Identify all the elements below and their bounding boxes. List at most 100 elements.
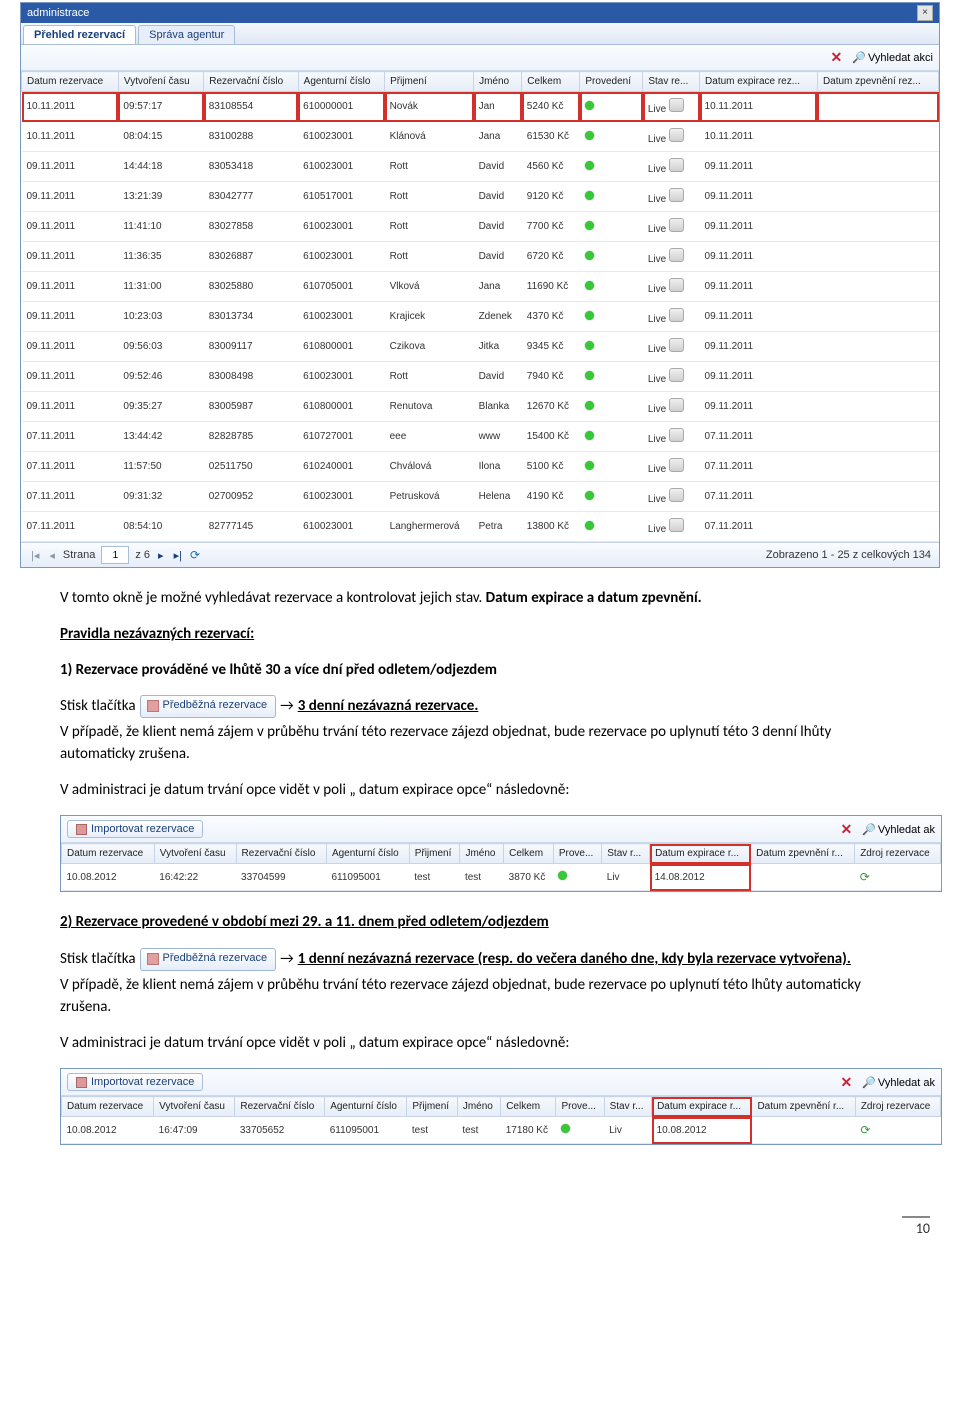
titlebar: administrace × xyxy=(21,3,939,23)
col-header[interactable]: Agenturní číslo xyxy=(298,72,384,92)
binoculars-icon: 🔎 xyxy=(862,823,876,836)
col-header[interactable]: Celkem xyxy=(504,844,554,864)
table-row[interactable]: 09.11.201111:36:3583026887610023001RottD… xyxy=(22,242,939,272)
col-header[interactable]: Datum zpevnění rez... xyxy=(817,72,938,92)
table-row[interactable]: 09.11.201111:41:1083027858610023001RottD… xyxy=(22,212,939,242)
table-row[interactable]: 09.11.201114:44:1883053418610023001RottD… xyxy=(22,152,939,182)
prev-page-icon[interactable]: ◂ xyxy=(47,549,57,562)
binoculars-icon: 🔎 xyxy=(852,51,866,64)
col-header[interactable]: Celkem xyxy=(522,72,580,92)
page-input[interactable] xyxy=(101,546,129,564)
page-number: 10 xyxy=(902,1216,930,1237)
admin-window-2: Importovat rezervace ✕ 🔎Vyhledat ak Datu… xyxy=(60,815,942,892)
toolbar: Importovat rezervace ✕ 🔎Vyhledat ak xyxy=(61,1069,941,1096)
pager-summary: Zobrazeno 1 - 25 z celkových 134 xyxy=(766,549,931,561)
predbezna-icon xyxy=(147,700,159,712)
col-header[interactable]: Prove... xyxy=(553,844,601,864)
table-row[interactable]: 07.11.201113:44:4282828785610727001eeeww… xyxy=(22,422,939,452)
col-header[interactable]: Přijmení xyxy=(407,1097,457,1117)
col-header[interactable]: Prove... xyxy=(556,1097,604,1117)
page-label: Strana xyxy=(63,549,95,561)
p7: V případě, že klient nemá zájem v průběh… xyxy=(60,975,900,1019)
next-page-icon[interactable]: ▸ xyxy=(156,549,166,562)
col-header[interactable]: Vytvoření času xyxy=(154,1097,235,1117)
table-row[interactable]: 09.11.201109:52:4683008498610023001RottD… xyxy=(22,362,939,392)
col-header[interactable]: Vytvoření času xyxy=(154,844,236,864)
col-header[interactable]: Datum expirace rez... xyxy=(700,72,818,92)
doc-body: V tomto okně je možné vyhledávat rezerva… xyxy=(60,588,900,801)
table-row[interactable]: 07.11.201111:57:5002511750610240001Chvál… xyxy=(22,452,939,482)
table-row[interactable]: 09.11.201113:21:3983042777610517001RottD… xyxy=(22,182,939,212)
import-icon xyxy=(76,1077,87,1088)
col-header[interactable]: Datum zpevnění r... xyxy=(752,1097,855,1117)
table-row[interactable]: 10.08.201216:42:2233704599611095001testt… xyxy=(62,864,941,891)
stisk-label: Stisk tlačítka xyxy=(60,949,136,971)
col-header[interactable]: Přijmení xyxy=(385,72,474,92)
tab-prehled[interactable]: Přehled rezervací xyxy=(23,25,136,44)
col-header[interactable]: Rezervační číslo xyxy=(204,72,298,92)
col-header[interactable]: Agenturní číslo xyxy=(326,844,409,864)
table-row[interactable]: 07.11.201109:31:3202700952610023001Petru… xyxy=(22,482,939,512)
rez3: 3 denní nezávazná rezervace. xyxy=(298,696,479,718)
doc-body-2: 2) Rezervace provedené v období mezi 29.… xyxy=(60,912,900,1054)
arrow-icon: → xyxy=(280,696,294,718)
import-icon xyxy=(76,824,87,835)
table-row[interactable]: 10.11.201108:04:1583100288610023001Kláno… xyxy=(22,122,939,152)
reservations-grid: Datum rezervaceVytvoření časuRezervační … xyxy=(61,843,941,891)
col-header[interactable]: Datum zpevnění r... xyxy=(751,844,855,864)
col-header[interactable]: Stav re... xyxy=(643,72,700,92)
search-action[interactable]: 🔎Vyhledat akci xyxy=(852,51,933,64)
col-header[interactable]: Provedení xyxy=(580,72,643,92)
col-header[interactable]: Stav r... xyxy=(602,844,650,864)
import-button[interactable]: Importovat rezervace xyxy=(67,1073,203,1091)
col-header[interactable]: Agenturní číslo xyxy=(325,1097,407,1117)
table-row[interactable]: 07.11.201108:54:1082777145610023001Langh… xyxy=(22,512,939,542)
arrow-icon: → xyxy=(280,949,294,971)
table-row[interactable]: 09.11.201109:56:0383009117610800001Cziko… xyxy=(22,332,939,362)
col-header[interactable]: Jméno xyxy=(474,72,522,92)
col-header[interactable]: Rezervační číslo xyxy=(236,844,326,864)
table-row[interactable]: 10.08.201216:47:0933705652611095001testt… xyxy=(62,1117,941,1144)
reservations-grid: Datum rezervaceVytvoření časuRezervační … xyxy=(61,1096,941,1144)
first-page-icon[interactable]: |◂ xyxy=(29,549,41,562)
last-page-icon[interactable]: ▸| xyxy=(172,549,184,562)
clear-icon[interactable]: ✕ xyxy=(831,49,843,66)
col-header[interactable]: Datum expirace r... xyxy=(652,1097,752,1117)
p4: V případě, že klient nemá zájem v průběh… xyxy=(60,722,900,766)
col-header[interactable]: Datum rezervace xyxy=(22,72,119,92)
table-row[interactable]: 09.11.201109:35:2783005987610800001Renut… xyxy=(22,392,939,422)
col-header[interactable]: Celkem xyxy=(501,1097,556,1117)
rez1: 1 denní nezávazná rezervace (resp. do ve… xyxy=(298,949,851,971)
col-header[interactable]: Zdroj rezervace xyxy=(855,1097,940,1117)
table-row[interactable]: 10.11.201109:57:1783108554610000001Novák… xyxy=(22,92,939,122)
import-button[interactable]: Importovat rezervace xyxy=(67,820,203,838)
col-header[interactable]: Rezervační číslo xyxy=(235,1097,325,1117)
col-header[interactable]: Datum rezervace xyxy=(62,844,155,864)
col-header[interactable]: Datum expirace r... xyxy=(650,844,751,864)
p3: 1) Rezervace prováděné ve lhůtě 30 a víc… xyxy=(60,660,900,682)
clear-icon[interactable]: ✕ xyxy=(840,1074,852,1091)
tab-sprava[interactable]: Správa agentur xyxy=(138,25,235,44)
col-header[interactable]: Přijmení xyxy=(409,844,460,864)
col-header[interactable]: Datum rezervace xyxy=(62,1097,154,1117)
col-header[interactable]: Stav r... xyxy=(604,1097,651,1117)
col-header[interactable]: Jméno xyxy=(460,844,504,864)
col-header[interactable]: Jméno xyxy=(457,1097,500,1117)
pager: |◂ ◂ Strana z 6 ▸ ▸| ⟳ Zobrazeno 1 - 25 … xyxy=(21,542,939,567)
search-action[interactable]: 🔎Vyhledat ak xyxy=(862,823,935,836)
predbezna-button[interactable]: Předběžná rezervace xyxy=(140,695,277,718)
table-row[interactable]: 09.11.201111:31:0083025880610705001Vlkov… xyxy=(22,272,939,302)
col-header[interactable]: Zdroj rezervace xyxy=(855,844,941,864)
p2: Pravidla nezávazných rezervací: xyxy=(60,624,900,646)
table-row[interactable]: 09.11.201110:23:0383013734610023001Kraji… xyxy=(22,302,939,332)
close-icon[interactable]: × xyxy=(917,5,933,21)
toolbar: Importovat rezervace ✕ 🔎Vyhledat ak xyxy=(61,816,941,843)
clear-icon[interactable]: ✕ xyxy=(840,821,852,838)
predbezna-button[interactable]: Předběžná rezervace xyxy=(140,948,277,971)
predbezna-icon xyxy=(147,953,159,965)
search-action[interactable]: 🔎Vyhledat ak xyxy=(862,1076,935,1089)
col-header[interactable]: Vytvoření času xyxy=(118,72,203,92)
p6: 2) Rezervace provedené v období mezi 29.… xyxy=(60,912,900,934)
refresh-icon[interactable]: ⟳ xyxy=(190,548,200,562)
p8: V administraci je datum trvání opce vidě… xyxy=(60,1033,900,1055)
